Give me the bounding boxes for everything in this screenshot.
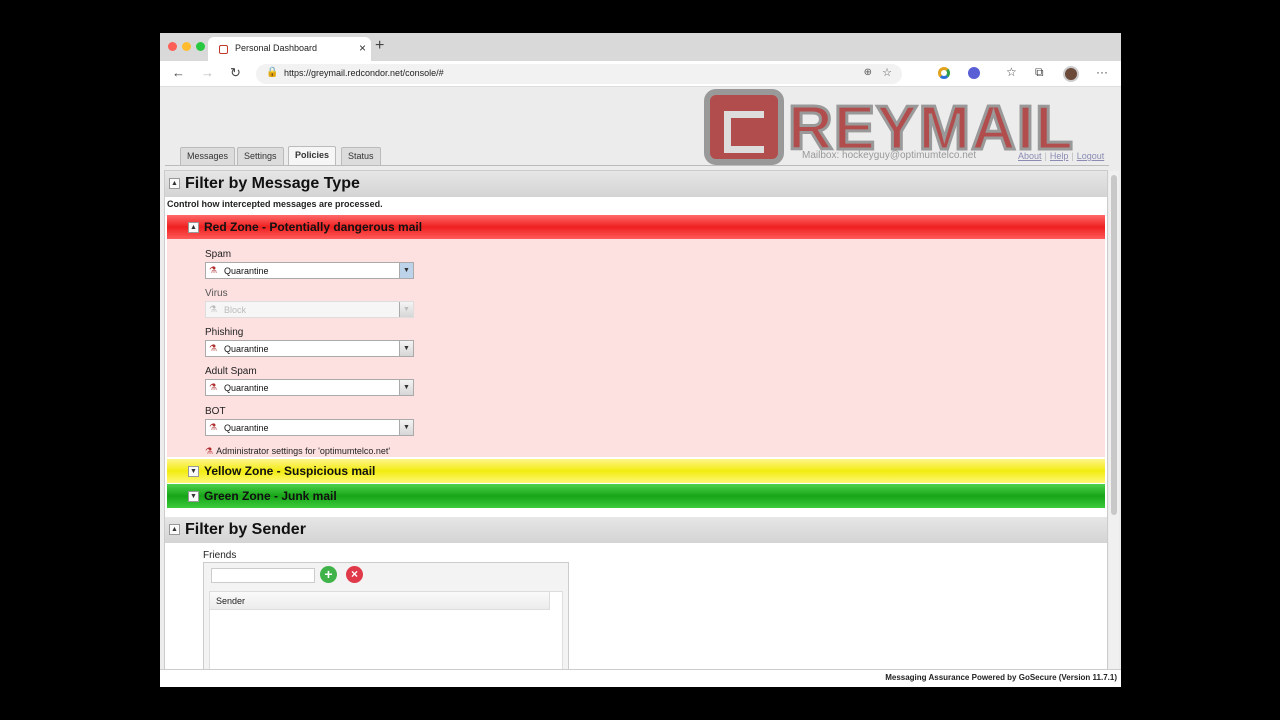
red-zone-header[interactable]: ▲ Red Zone - Potentially dangerous mail <box>167 215 1105 239</box>
new-tab-button[interactable]: + <box>375 37 384 55</box>
chevron-down-icon: ▼ <box>399 302 413 317</box>
quarantine-icon: ⚗ <box>209 382 218 392</box>
collapse-icon[interactable]: ▲ <box>188 222 199 233</box>
reload-button[interactable]: ↻ <box>230 65 241 81</box>
footer: Messaging Assurance Powered by GoSecure … <box>160 669 1121 687</box>
top-links: About | Help | Logout <box>1018 151 1105 161</box>
admin-icon: ⚗ <box>205 446 214 456</box>
menu-icon[interactable]: ··· <box>1096 65 1108 79</box>
favicon-icon <box>219 45 228 54</box>
block-icon: ⚗ <box>209 304 218 314</box>
filter-sender-header[interactable]: ▲ Filter by Sender <box>165 517 1107 543</box>
yellow-zone-header[interactable]: ▼ Yellow Zone - Suspicious mail <box>167 459 1105 483</box>
virus-value: Block <box>224 305 247 315</box>
filter-sender-title: Filter by Sender <box>185 521 306 538</box>
green-zone-title: Green Zone - Junk mail <box>204 489 337 503</box>
scroll-thumb[interactable] <box>1111 175 1117 515</box>
phishing-label: Phishing <box>205 327 244 338</box>
adult-spam-select[interactable]: ⚗ Quarantine ▼ <box>205 379 414 396</box>
bot-select[interactable]: ⚗ Quarantine ▼ <box>205 419 414 436</box>
extension-gear-icon[interactable] <box>968 67 980 79</box>
filter-type-header[interactable]: ▲ Filter by Message Type <box>165 171 1107 197</box>
browser-toolbar: ← → ↻ 🔒 https://greymail.redcondor.net/c… <box>160 61 1121 87</box>
tab-policies[interactable]: Policies <box>288 146 337 166</box>
quarantine-icon: ⚗ <box>209 422 218 432</box>
address-bar[interactable]: 🔒 https://greymail.redcondor.net/console… <box>256 64 902 84</box>
collections-icon[interactable]: ⧉ <box>1035 65 1044 80</box>
logo-g-mark <box>704 89 784 165</box>
friend-input[interactable] <box>211 568 315 583</box>
quarantine-icon: ⚗ <box>209 265 218 275</box>
about-link[interactable]: About <box>1018 151 1042 161</box>
help-link[interactable]: Help <box>1050 151 1069 161</box>
tab-strip: Personal Dashboard × + <box>160 33 1121 61</box>
bot-label: BOT <box>205 406 226 417</box>
admin-note-text: Administrator settings for 'optimumtelco… <box>216 446 391 456</box>
spam-value: Quarantine <box>224 266 269 276</box>
yellow-zone-title: Yellow Zone - Suspicious mail <box>204 464 376 478</box>
lock-icon: 🔒 <box>266 67 279 78</box>
chevron-down-icon[interactable]: ▼ <box>399 341 413 356</box>
quarantine-icon: ⚗ <box>209 343 218 353</box>
mailbox-label: Mailbox: hockeyguy@optimumtelco.net <box>802 150 977 161</box>
tab-title: Personal Dashboard <box>235 43 318 53</box>
spam-select[interactable]: ⚗ Quarantine ▼ <box>205 262 414 279</box>
tab-settings[interactable]: Settings <box>237 147 284 165</box>
filter-type-title: Filter by Message Type <box>185 175 360 192</box>
virus-select: ⚗ Block ▼ <box>205 301 414 318</box>
virus-label: Virus <box>205 288 228 299</box>
scrollbar[interactable] <box>1109 171 1119 687</box>
bot-value: Quarantine <box>224 423 269 433</box>
zoom-icon[interactable]: ⊕ <box>864 67 872 78</box>
green-zone-header[interactable]: ▼ Green Zone - Junk mail <box>167 484 1105 508</box>
add-friend-button[interactable]: + <box>320 566 337 583</box>
browser-window: Personal Dashboard × + ← → ↻ 🔒 https://g… <box>160 33 1121 687</box>
spam-label: Spam <box>205 249 232 260</box>
back-button[interactable]: ← <box>172 65 185 80</box>
collapse-icon[interactable]: ▲ <box>169 178 180 189</box>
red-zone-body: Spam ⚗ Quarantine ▼ Virus ⚗ Block ▼ Phis… <box>167 239 1105 457</box>
chevron-down-icon[interactable]: ▼ <box>399 263 413 278</box>
red-zone-title: Red Zone - Potentially dangerous mail <box>204 220 423 234</box>
tab-messages[interactable]: Messages <box>180 147 236 165</box>
logout-link[interactable]: Logout <box>1077 151 1105 161</box>
sender-column-header[interactable]: Sender <box>210 592 550 610</box>
expand-icon[interactable]: ▼ <box>188 491 199 502</box>
chevron-down-icon[interactable]: ▼ <box>399 420 413 435</box>
adult-spam-value: Quarantine <box>224 383 269 393</box>
friends-label: Friends <box>203 550 237 561</box>
tab-close-icon[interactable]: × <box>359 41 366 55</box>
page: REYMAIL Mailbox: hockeyguy@optimumtelco.… <box>160 87 1121 687</box>
favorites-icon[interactable]: ☆ <box>1006 65 1017 79</box>
admin-settings-note: ⚗ Administrator settings for 'optimumtelc… <box>205 446 390 457</box>
filter-type-subtitle: Control how intercepted messages are pro… <box>167 199 383 209</box>
url-text[interactable]: https://greymail.redcondor.net/console/# <box>284 68 444 78</box>
minimize-window-button[interactable] <box>182 42 191 51</box>
maximize-window-button[interactable] <box>196 42 205 51</box>
tab-status[interactable]: Status <box>341 147 381 165</box>
policies-panel: ▲ Filter by Message Type Control how int… <box>164 170 1108 687</box>
forward-button[interactable]: → <box>201 65 214 80</box>
chevron-down-icon[interactable]: ▼ <box>399 380 413 395</box>
expand-icon[interactable]: ▼ <box>188 466 199 477</box>
phishing-select[interactable]: ⚗ Quarantine ▼ <box>205 340 414 357</box>
extension-icon[interactable] <box>938 67 950 79</box>
profile-avatar[interactable] <box>1063 66 1079 82</box>
adult-spam-label: Adult Spam <box>205 366 257 377</box>
remove-friend-button[interactable]: × <box>346 566 363 583</box>
footer-text: Messaging Assurance Powered by GoSecure … <box>885 673 1117 682</box>
phishing-value: Quarantine <box>224 344 269 354</box>
browser-tab[interactable]: Personal Dashboard × <box>208 37 371 61</box>
tab-divider <box>165 165 1109 166</box>
collapse-icon[interactable]: ▲ <box>169 524 180 535</box>
favorite-star-icon[interactable]: ☆ <box>882 66 892 79</box>
close-window-button[interactable] <box>168 42 177 51</box>
